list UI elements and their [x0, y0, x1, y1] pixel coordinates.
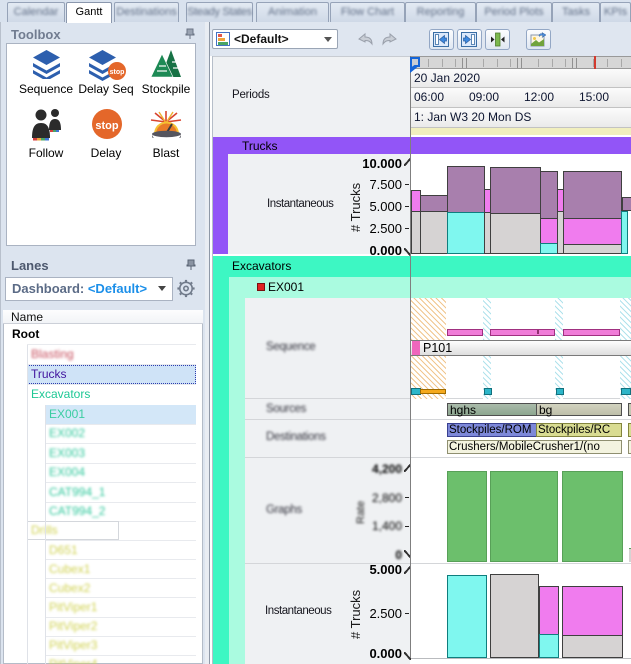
svg-text:stop: stop	[95, 120, 119, 132]
svg-text:stop: stop	[110, 69, 125, 76]
